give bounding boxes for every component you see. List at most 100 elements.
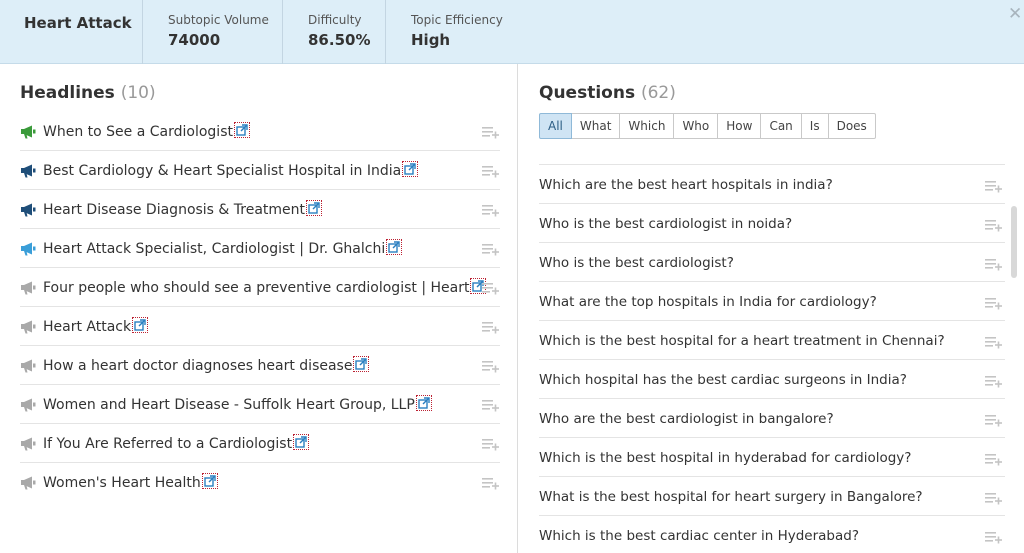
headline-text: When to See a Cardiologist: [43, 122, 250, 140]
filter-button-is[interactable]: Is: [801, 113, 829, 139]
question-row: Which are the best heart hospitals in in…: [539, 165, 1005, 204]
questions-list: Which are the best heart hospitals in in…: [539, 164, 1005, 553]
add-to-list-icon[interactable]: [985, 451, 1002, 466]
megaphone-icon: [20, 319, 36, 334]
question-row: What are the top hospitals in India for …: [539, 282, 1005, 321]
add-to-list-icon[interactable]: [985, 373, 1002, 388]
question-text: Who are the best cardiologist in bangalo…: [539, 411, 834, 427]
megaphone-icon: [20, 475, 36, 490]
stat-value: 74000: [168, 31, 221, 49]
add-to-list-icon[interactable]: [985, 217, 1002, 232]
add-to-list-icon[interactable]: [482, 397, 499, 412]
add-to-list-icon[interactable]: [985, 295, 1002, 310]
filter-button-all[interactable]: All: [539, 113, 572, 139]
headline-text: How a heart doctor diagnoses heart disea…: [43, 356, 370, 374]
megaphone-icon: [20, 163, 36, 178]
filter-button-does[interactable]: Does: [828, 113, 876, 139]
headlines-title-text: Headlines: [20, 83, 115, 103]
headlines-title: Headlines (10): [20, 83, 156, 103]
questions-title-text: Questions: [539, 83, 636, 103]
headline-text: If You Are Referred to a Cardiologist: [43, 434, 310, 452]
stat-value: 86.50%: [308, 31, 371, 49]
headline-row: If You Are Referred to a Cardiologist: [20, 424, 500, 463]
external-link-icon[interactable]: [353, 356, 370, 372]
add-to-list-icon[interactable]: [482, 163, 499, 178]
question-text: Who is the best cardiologist in noida?: [539, 216, 793, 232]
external-link-icon[interactable]: [386, 239, 403, 255]
question-text: What is the best hospital for heart surg…: [539, 489, 923, 505]
questions-count: (62): [640, 83, 676, 103]
external-link-icon[interactable]: [233, 122, 250, 138]
close-icon[interactable]: ✕: [1008, 4, 1022, 24]
headline-label: Four people who should see a preventive …: [43, 280, 470, 296]
filter-button-which[interactable]: Which: [620, 113, 675, 139]
filter-button-how[interactable]: How: [718, 113, 762, 139]
filter-button-can[interactable]: Can: [761, 113, 802, 139]
external-link-icon[interactable]: [306, 200, 323, 216]
scrollbar-thumb[interactable]: [1011, 206, 1017, 278]
question-row: Which is the best hospital in hyderabad …: [539, 438, 1005, 477]
add-to-list-icon[interactable]: [482, 124, 499, 139]
headline-label: Heart Attack Specialist, Cardiologist | …: [43, 241, 386, 257]
headline-row: Women's Heart Health: [20, 463, 500, 502]
question-row: Who is the best cardiologist in noida?: [539, 204, 1005, 243]
stat-subtopic-volume: Subtopic Volume 74000: [142, 0, 282, 64]
question-filter-tabs: All What Which Who How Can Is Does: [539, 113, 876, 139]
headline-text: Women and Heart Disease - Suffolk Heart …: [43, 395, 432, 413]
headline-text: Women's Heart Health: [43, 473, 218, 491]
question-text: Which is the best hospital in hyderabad …: [539, 450, 912, 466]
stat-difficulty: Difficulty 86.50%: [282, 0, 385, 64]
add-to-list-icon[interactable]: [482, 280, 499, 295]
add-to-list-icon[interactable]: [985, 256, 1002, 271]
external-link-icon[interactable]: [402, 161, 419, 177]
external-link-icon[interactable]: [415, 395, 432, 411]
headline-label: Women's Heart Health: [43, 475, 201, 491]
stat-label: Topic Efficiency: [411, 13, 503, 27]
add-to-list-icon[interactable]: [985, 334, 1002, 349]
question-text: Which is the best hospital for a heart t…: [539, 333, 945, 349]
headline-row: Heart Attack: [20, 307, 500, 346]
headline-row: Heart Disease Diagnosis & Treatment: [20, 190, 500, 229]
headline-row: Women and Heart Disease - Suffolk Heart …: [20, 385, 500, 424]
headline-text: Best Cardiology & Heart Specialist Hospi…: [43, 161, 419, 179]
headline-text: Heart Attack: [43, 317, 149, 335]
add-to-list-icon[interactable]: [482, 436, 499, 451]
headline-text: Heart Disease Diagnosis & Treatment: [43, 200, 323, 218]
headlines-list: When to See a Cardiologist Best Cardiolog…: [20, 112, 500, 502]
question-text: Which hospital has the best cardiac surg…: [539, 372, 907, 388]
megaphone-icon: [20, 202, 36, 217]
headline-label: Best Cardiology & Heart Specialist Hospi…: [43, 163, 402, 179]
stat-label: Difficulty: [308, 13, 362, 27]
headline-label: If You Are Referred to a Cardiologist: [43, 436, 293, 452]
question-row: What is the best hospital for heart surg…: [539, 477, 1005, 516]
question-text: What are the top hospitals in India for …: [539, 294, 877, 310]
add-to-list-icon[interactable]: [482, 358, 499, 373]
external-link-icon[interactable]: [293, 434, 310, 450]
headline-row: When to See a Cardiologist: [20, 112, 500, 151]
add-to-list-icon[interactable]: [985, 529, 1002, 544]
question-text: Who is the best cardiologist?: [539, 255, 734, 271]
filter-button-who[interactable]: Who: [674, 113, 719, 139]
add-to-list-icon[interactable]: [482, 475, 499, 490]
megaphone-icon: [20, 241, 36, 256]
question-row: Who are the best cardiologist in bangalo…: [539, 399, 1005, 438]
megaphone-icon: [20, 280, 36, 295]
add-to-list-icon[interactable]: [482, 202, 499, 217]
add-to-list-icon[interactable]: [482, 241, 499, 256]
add-to-list-icon[interactable]: [985, 412, 1002, 427]
topic-header: Heart Attack Subtopic Volume 74000 Diffi…: [0, 0, 1024, 64]
questions-title: Questions (62): [539, 83, 676, 103]
headline-label: How a heart doctor diagnoses heart disea…: [43, 358, 353, 374]
stat-value: High: [411, 31, 451, 49]
headline-row: Best Cardiology & Heart Specialist Hospi…: [20, 151, 500, 190]
external-link-icon[interactable]: [132, 317, 149, 333]
add-to-list-icon[interactable]: [482, 319, 499, 334]
question-row: Who is the best cardiologist?: [539, 243, 1005, 282]
add-to-list-icon[interactable]: [985, 178, 1002, 193]
add-to-list-icon[interactable]: [985, 490, 1002, 505]
headline-label: Heart Attack: [43, 319, 132, 335]
question-text: Which are the best heart hospitals in in…: [539, 177, 833, 193]
headline-row: Four people who should see a preventive …: [20, 268, 500, 307]
external-link-icon[interactable]: [201, 473, 218, 489]
filter-button-what[interactable]: What: [571, 113, 621, 139]
